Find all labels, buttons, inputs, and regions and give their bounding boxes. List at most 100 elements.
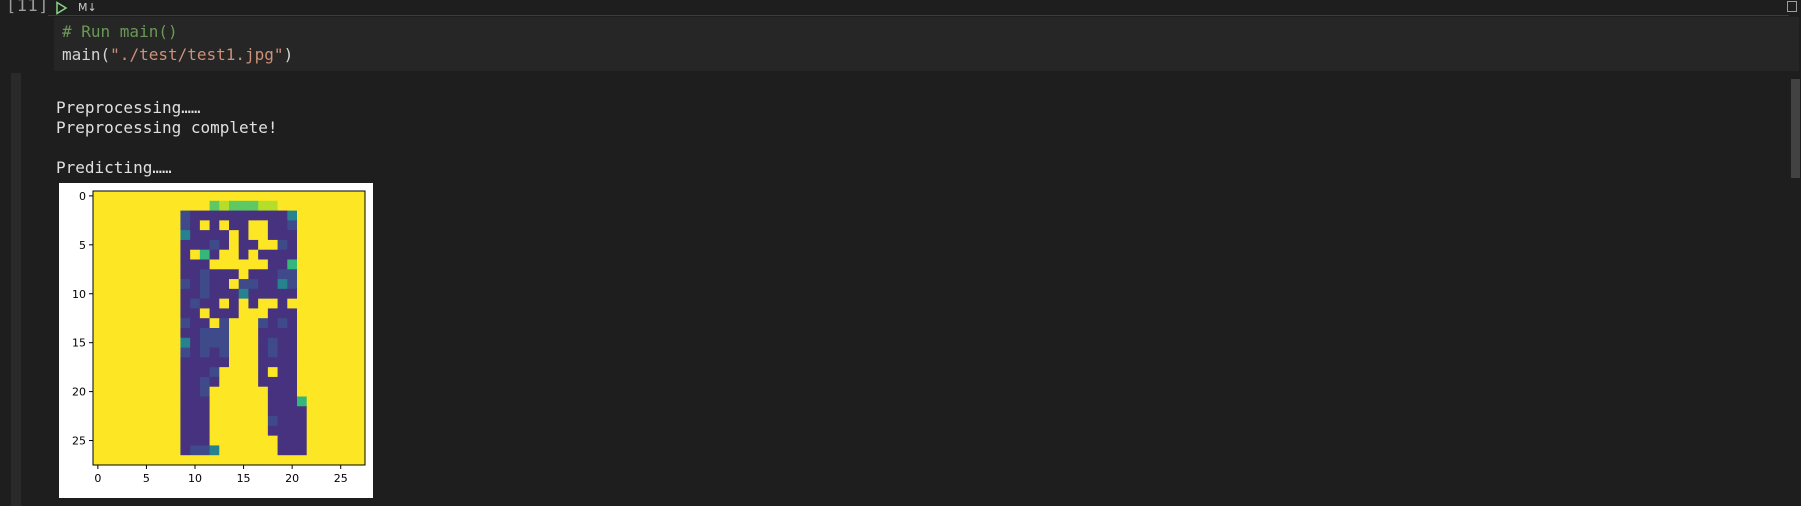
heatmap-cell <box>335 376 347 388</box>
heatmap-cell <box>199 249 211 260</box>
heatmap-cell <box>355 337 366 349</box>
x-tick-label: 25 <box>334 472 348 485</box>
heatmap-cell <box>306 337 317 349</box>
heatmap-cell <box>190 396 201 407</box>
heatmap-cell <box>277 425 288 437</box>
heatmap-cell <box>248 239 259 251</box>
heatmap-cell <box>229 376 240 388</box>
heatmap-cell <box>170 220 181 231</box>
heatmap-cell <box>131 337 143 349</box>
output-gutter[interactable] <box>11 73 21 506</box>
heatmap-cell <box>355 308 366 319</box>
heatmap-cell <box>297 445 308 456</box>
heatmap-cell <box>199 200 211 212</box>
heatmap-cell <box>112 425 123 437</box>
heatmap-cell <box>170 425 181 437</box>
heatmap-cell <box>355 259 366 270</box>
heatmap-cell <box>151 435 162 446</box>
heatmap-cell <box>102 269 113 280</box>
heatmap-cell <box>93 288 104 300</box>
heatmap-cell <box>326 298 337 309</box>
markdown-toggle[interactable]: M↓ <box>78 1 97 14</box>
heatmap-cell <box>229 200 240 212</box>
heatmap-cell <box>131 455 143 466</box>
heatmap-cell <box>277 357 288 368</box>
heatmap-cell <box>267 191 279 202</box>
heatmap-cell <box>267 347 279 358</box>
notebook-view: [11] M↓ # Run main() main("./test/test1.… <box>0 0 1801 506</box>
heatmap-cell <box>335 425 347 437</box>
run-triangle-icon[interactable] <box>54 0 68 15</box>
heatmap-cell <box>131 367 143 378</box>
heatmap-cell <box>326 191 337 202</box>
heatmap-cell <box>170 259 181 270</box>
heatmap-cell <box>93 200 104 212</box>
heatmap-cell <box>102 220 113 231</box>
heatmap-cell <box>141 308 152 319</box>
heatmap-cell <box>190 347 201 358</box>
heatmap-cell <box>345 239 356 251</box>
heatmap-cell <box>122 396 133 407</box>
heatmap-cell <box>112 269 123 280</box>
heatmap-cell <box>122 230 133 241</box>
heatmap-cell <box>297 200 308 212</box>
heatmap-cell <box>277 279 288 290</box>
heatmap-cell <box>112 288 123 300</box>
heatmap-cell <box>287 288 298 300</box>
heatmap-cell <box>287 298 298 309</box>
heatmap-cell <box>335 288 347 300</box>
heatmap-cell <box>297 308 308 319</box>
heatmap-cell <box>141 416 152 427</box>
heatmap-cell <box>131 239 143 251</box>
code-editor[interactable]: # Run main() main("./test/test1.jpg") <box>54 17 1799 71</box>
heatmap-cell <box>335 249 347 260</box>
delete-cell-icon[interactable] <box>1787 1 1797 12</box>
heatmap-cell <box>306 386 317 397</box>
heatmap-cell <box>93 259 104 270</box>
heatmap-cell <box>335 200 347 212</box>
heatmap-cell <box>355 406 366 417</box>
output-scrollbar-thumb[interactable] <box>1791 79 1800 178</box>
heatmap-cell <box>199 191 211 202</box>
heatmap-cell <box>112 259 123 270</box>
heatmap-cell <box>326 367 337 378</box>
heatmap-cell <box>180 318 191 329</box>
heatmap-cell <box>238 357 249 368</box>
heatmap-cell <box>248 259 259 270</box>
heatmap-cell <box>180 347 191 358</box>
heatmap-cell <box>209 406 220 417</box>
heatmap-cell <box>267 435 279 446</box>
heatmap-cell <box>335 396 347 407</box>
heatmap-cell <box>258 200 269 212</box>
heatmap-cell <box>170 328 181 339</box>
heatmap-cell <box>238 279 249 290</box>
heatmap-cell <box>219 328 230 339</box>
heatmap-cell <box>141 328 152 339</box>
heatmap-cell <box>238 435 249 446</box>
heatmap-cell <box>277 210 288 221</box>
heatmap-cell <box>112 328 123 339</box>
heatmap-cell <box>131 357 143 368</box>
heatmap-cell <box>355 386 366 397</box>
heatmap-cell <box>287 239 298 251</box>
heatmap-cell <box>355 318 366 329</box>
heatmap-cell <box>335 337 347 349</box>
heatmap-cell <box>229 367 240 378</box>
heatmap-cell <box>229 328 240 339</box>
heatmap-cell <box>122 347 133 358</box>
heatmap-cell <box>326 406 337 417</box>
heatmap-cell <box>161 239 172 251</box>
image-plot: 0 5 10 15 20 25 0 5 10 15 20 25 <box>59 183 373 498</box>
heatmap-cell <box>248 416 259 427</box>
heatmap-cell <box>199 396 211 407</box>
heatmap-cell <box>326 445 337 456</box>
heatmap-cell <box>297 239 308 251</box>
code-comment-line: # Run main() <box>62 22 178 41</box>
heatmap-cell <box>297 210 308 221</box>
heatmap-cell <box>258 425 269 437</box>
heatmap-cell <box>277 220 288 231</box>
code-close-paren: ) <box>283 45 294 64</box>
heatmap-cell <box>297 279 308 290</box>
heatmap-cell <box>180 259 191 270</box>
heatmap-cell <box>229 337 240 349</box>
